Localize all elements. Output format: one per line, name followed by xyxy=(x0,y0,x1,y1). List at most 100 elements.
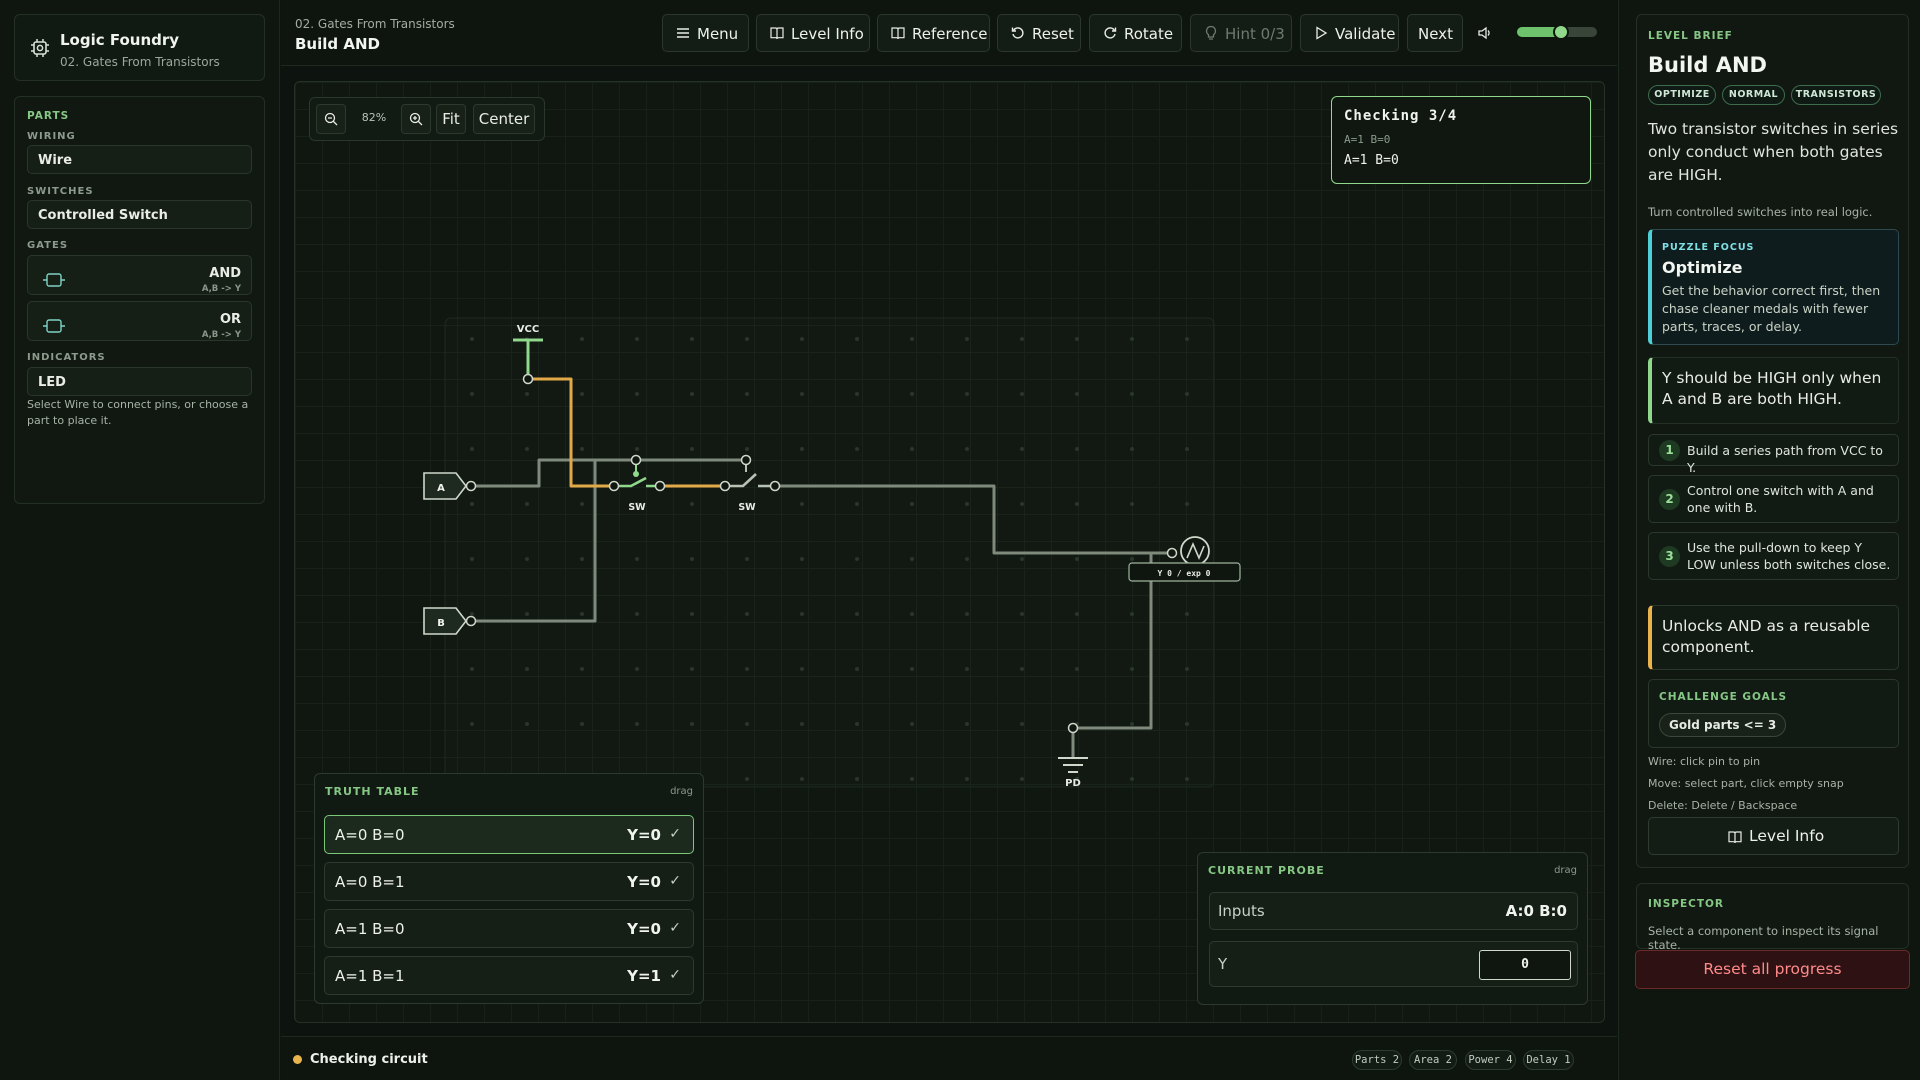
snap-point[interactable] xyxy=(580,722,584,726)
snap-point[interactable] xyxy=(855,447,859,451)
snap-point[interactable] xyxy=(525,447,529,451)
snap-point[interactable] xyxy=(580,612,584,616)
snap-point[interactable] xyxy=(910,392,914,396)
brief-level-info-button[interactable]: Level Info xyxy=(1648,817,1899,855)
snap-point[interactable] xyxy=(1020,722,1024,726)
snap-point[interactable] xyxy=(1185,722,1189,726)
validate-button[interactable]: Validate xyxy=(1300,14,1399,52)
snap-point[interactable] xyxy=(800,612,804,616)
controlled-switch-button[interactable]: Controlled Switch xyxy=(27,200,252,229)
and-gate-part-button[interactable]: AND A,B -> Y xyxy=(27,255,252,295)
snap-point[interactable] xyxy=(580,447,584,451)
snap-point[interactable] xyxy=(1185,447,1189,451)
snap-point[interactable] xyxy=(745,557,749,561)
snap-point[interactable] xyxy=(1130,502,1134,506)
fit-button[interactable]: Fit xyxy=(436,104,466,134)
snap-point[interactable] xyxy=(1020,667,1024,671)
snap-point[interactable] xyxy=(1130,392,1134,396)
current-probe-panel[interactable]: CURRENT PROBE drag Inputs A:0 B:0 Y 0 xyxy=(1197,852,1588,1005)
volume-slider[interactable] xyxy=(1517,24,1597,40)
snap-point[interactable] xyxy=(1130,337,1134,341)
snap-point[interactable] xyxy=(635,392,639,396)
snap-point[interactable] xyxy=(910,667,914,671)
snap-point[interactable] xyxy=(745,337,749,341)
volume-icon[interactable] xyxy=(1477,25,1493,41)
menu-button[interactable]: Menu xyxy=(662,14,749,52)
snap-point[interactable] xyxy=(470,447,474,451)
snap-point[interactable] xyxy=(910,777,914,781)
snap-point[interactable] xyxy=(1020,502,1024,506)
snap-point[interactable] xyxy=(965,612,969,616)
snap-point[interactable] xyxy=(1020,612,1024,616)
snap-point[interactable] xyxy=(910,337,914,341)
snap-point[interactable] xyxy=(690,337,694,341)
snap-point[interactable] xyxy=(1075,337,1079,341)
wire-tool-button[interactable]: Wire xyxy=(27,145,252,174)
snap-point[interactable] xyxy=(690,502,694,506)
snap-point[interactable] xyxy=(1130,722,1134,726)
snap-point[interactable] xyxy=(690,612,694,616)
snap-point[interactable] xyxy=(1130,612,1134,616)
snap-point[interactable] xyxy=(800,502,804,506)
circuit-canvas[interactable]: VCC A B SW SW Y 0 / exp 0 PD 82% Fit Cen… xyxy=(294,81,1605,1023)
snap-point[interactable] xyxy=(965,777,969,781)
snap-point[interactable] xyxy=(965,502,969,506)
snap-point[interactable] xyxy=(855,777,859,781)
volume-slider-knob[interactable] xyxy=(1553,24,1569,40)
snap-point[interactable] xyxy=(525,557,529,561)
snap-point[interactable] xyxy=(1075,667,1079,671)
snap-point[interactable] xyxy=(635,447,639,451)
snap-point[interactable] xyxy=(470,502,474,506)
snap-point[interactable] xyxy=(1020,447,1024,451)
center-button[interactable]: Center xyxy=(473,104,535,134)
snap-point[interactable] xyxy=(1075,392,1079,396)
snap-point[interactable] xyxy=(525,502,529,506)
snap-point[interactable] xyxy=(690,722,694,726)
snap-point[interactable] xyxy=(1185,502,1189,506)
reset-button[interactable]: Reset xyxy=(997,14,1081,52)
snap-point[interactable] xyxy=(965,557,969,561)
snap-point[interactable] xyxy=(745,667,749,671)
snap-point[interactable] xyxy=(635,667,639,671)
snap-point[interactable] xyxy=(1130,557,1134,561)
snap-point[interactable] xyxy=(635,557,639,561)
snap-point[interactable] xyxy=(965,447,969,451)
truth-table-row[interactable]: A=1 B=1 Y=1 ✓ xyxy=(324,956,694,995)
snap-point[interactable] xyxy=(1020,777,1024,781)
snap-point[interactable] xyxy=(1075,557,1079,561)
snap-point[interactable] xyxy=(800,392,804,396)
snap-point[interactable] xyxy=(635,612,639,616)
snap-point[interactable] xyxy=(910,557,914,561)
snap-point[interactable] xyxy=(800,337,804,341)
snap-point[interactable] xyxy=(1130,667,1134,671)
snap-point[interactable] xyxy=(1075,612,1079,616)
snap-point[interactable] xyxy=(1130,777,1134,781)
snap-point[interactable] xyxy=(745,447,749,451)
snap-point[interactable] xyxy=(745,392,749,396)
snap-point[interactable] xyxy=(800,447,804,451)
next-button[interactable]: Next xyxy=(1407,14,1463,52)
truth-table-row[interactable]: A=0 B=1 Y=0 ✓ xyxy=(324,862,694,901)
snap-point[interactable] xyxy=(1020,392,1024,396)
snap-point[interactable] xyxy=(580,337,584,341)
snap-point[interactable] xyxy=(965,722,969,726)
truth-table-panel[interactable]: TRUTH TABLE drag A=0 B=0 Y=0 ✓ A=0 B=1 Y… xyxy=(314,773,704,1004)
snap-point[interactable] xyxy=(965,667,969,671)
snap-point[interactable] xyxy=(580,392,584,396)
rotate-button[interactable]: Rotate xyxy=(1089,14,1182,52)
snap-point[interactable] xyxy=(745,612,749,616)
snap-point[interactable] xyxy=(1020,337,1024,341)
snap-point[interactable] xyxy=(690,667,694,671)
snap-point[interactable] xyxy=(800,777,804,781)
snap-point[interactable] xyxy=(470,667,474,671)
snap-point[interactable] xyxy=(1185,337,1189,341)
snap-point[interactable] xyxy=(1185,777,1189,781)
truth-table-drag-handle[interactable]: drag xyxy=(670,786,693,797)
snap-point[interactable] xyxy=(525,612,529,616)
snap-point[interactable] xyxy=(965,337,969,341)
snap-point[interactable] xyxy=(855,722,859,726)
snap-point[interactable] xyxy=(470,612,474,616)
snap-point[interactable] xyxy=(910,447,914,451)
snap-point[interactable] xyxy=(690,392,694,396)
snap-point[interactable] xyxy=(910,612,914,616)
